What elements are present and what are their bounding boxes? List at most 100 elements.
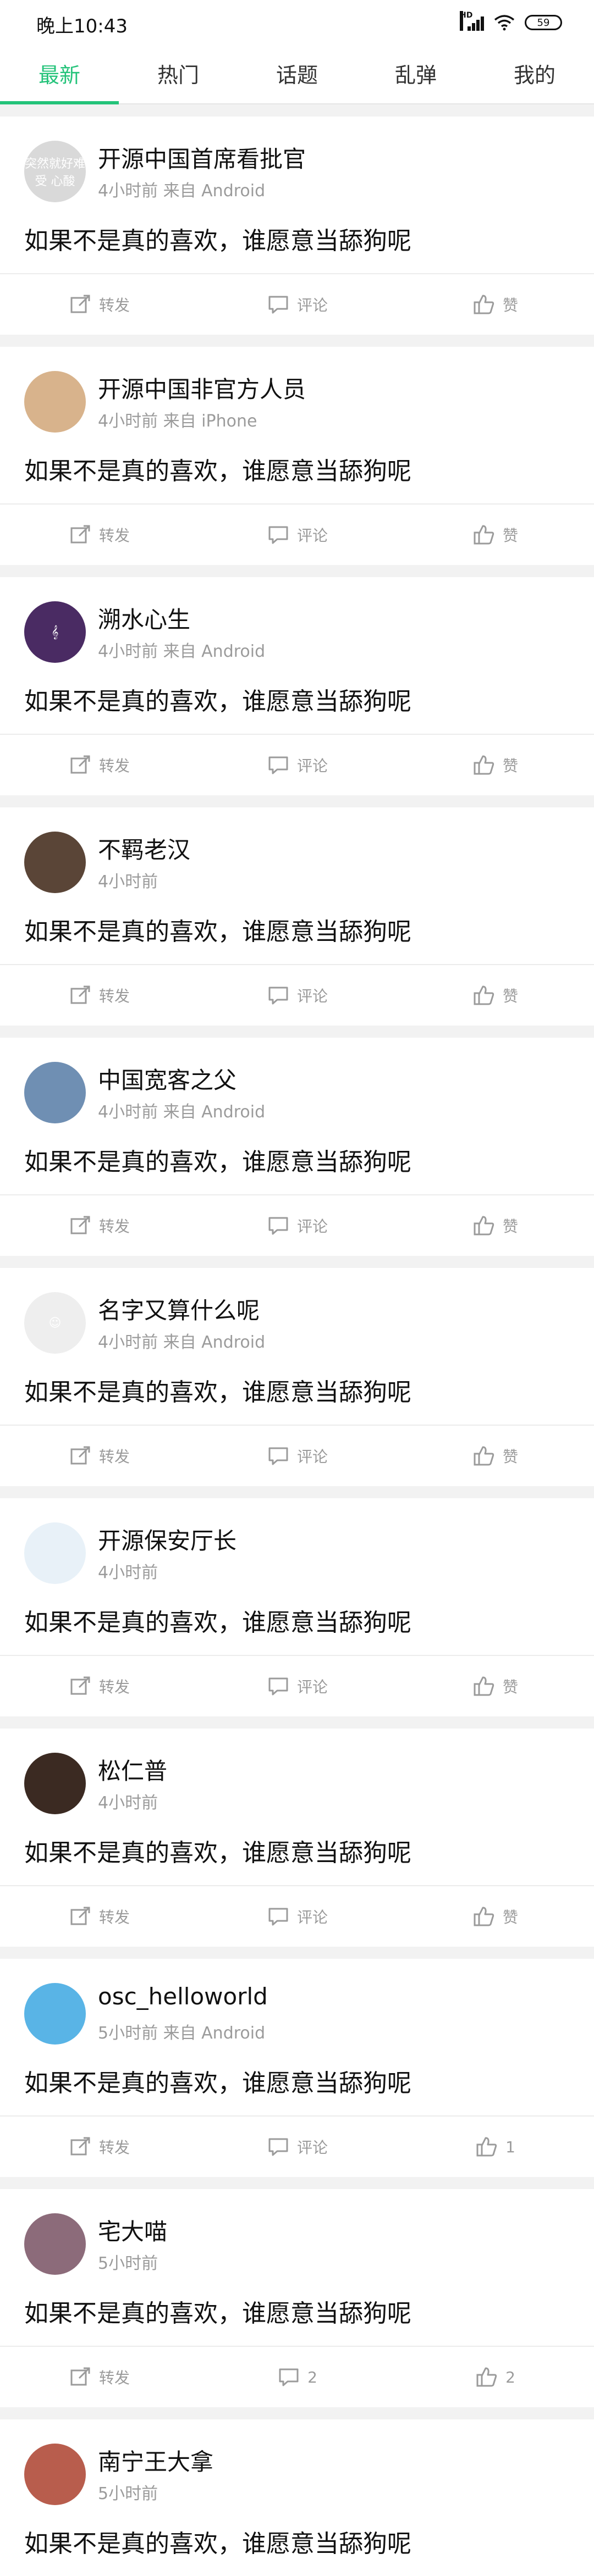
author-name[interactable]: 开源保安厅长 [98,1522,237,1556]
like-button[interactable]: 赞 [396,292,594,317]
tweet-card[interactable]: 松仁普 4小时前如果不是真的喜欢，谁愿意当舔狗呢转发 评论 赞 [0,1729,594,1947]
tab-random[interactable]: 乱弹 [356,51,475,103]
tab-mine[interactable]: 我的 [475,51,594,103]
post-meta: 4小时前 来自 Android [98,181,266,201]
avatar[interactable] [24,832,86,893]
tweet-content[interactable]: 如果不是真的喜欢，谁愿意当舔狗呢 [24,2063,411,2098]
comment-button[interactable]: 评论 [198,1904,396,1929]
like-button[interactable]: 赞 [396,1674,594,1698]
tweet-content[interactable]: 如果不是真的喜欢，谁愿意当舔狗呢 [24,451,411,486]
forward-icon [70,1907,90,1925]
author-name[interactable]: 溯水心生 [98,601,190,635]
tweet-card[interactable]: 𝄞 溯水心生 4小时前 来自 Android 如果不是真的喜欢，谁愿意当舔狗呢转发 评论… [0,577,594,795]
like-label: 赞 [502,527,518,545]
forward-button[interactable]: 转发 [0,523,198,547]
battery-icon: 59 [525,15,562,30]
comment-button[interactable]: 评论 [198,292,396,317]
forward-icon [70,2137,90,2156]
tweet-actions: 转发 评论 赞 [0,1885,594,1947]
tweet-card[interactable]: 突然就好难受 心酸 开源中国首席看批官 4小时前 来自 Android 如果不是真的喜… [0,117,594,335]
like-button[interactable]: 1 [396,2135,594,2159]
like-button[interactable]: 2 [396,2365,594,2389]
forward-button[interactable]: 转发 [0,1444,198,1468]
comment-button[interactable]: 评论 [198,1444,396,1468]
avatar[interactable]: ☺ [24,1292,86,1354]
post-meta: 5小时前 [98,2254,158,2273]
author-name[interactable]: 中国宽客之父 [98,1062,237,1095]
tweet-card[interactable]: 开源中国非官方人员 4小时前 来自 iPhone 如果不是真的喜欢，谁愿意当舔狗呢转… [0,347,594,565]
avatar[interactable] [24,1753,86,1814]
status-icons: HD 59 [460,11,562,31]
tweet-card[interactable]: 中国宽客之父 4小时前 来自 Android 如果不是真的喜欢，谁愿意当舔狗呢 转发 评… [0,1038,594,1256]
avatar[interactable] [24,1983,86,2045]
tweet-content[interactable]: 如果不是真的喜欢，谁愿意当舔狗呢 [24,1372,411,1408]
author-name[interactable]: 开源中国非官方人员 [98,371,306,405]
post-meta: 4小时前 [98,1563,158,1582]
like-label: 2 [505,2368,515,2386]
tweet-content[interactable]: 如果不是真的喜欢，谁愿意当舔狗呢 [24,1603,411,1638]
avatar[interactable] [24,371,86,433]
tweet-content[interactable]: 如果不是真的喜欢，谁愿意当舔狗呢 [24,221,411,256]
comment-button[interactable]: 评论 [198,753,396,777]
tweet-card[interactable]: ☺ 名字又算什么呢 4小时前 来自 Android 如果不是真的喜欢，谁愿意当舔狗呢转… [0,1268,594,1486]
tweet-card[interactable]: osc_helloworld 5小时前 来自 Android 如果不是真的喜欢，谁愿… [0,1959,594,2177]
avatar[interactable]: 𝄞 [24,601,86,663]
forward-button[interactable]: 转发 [0,753,198,777]
forward-button[interactable]: 转发 [0,292,198,317]
comment-button[interactable]: 评论 [198,523,396,547]
like-button[interactable]: 赞 [396,523,594,547]
forward-button[interactable]: 转发 [0,2365,198,2389]
comment-label: 2 [307,2368,317,2386]
tweet-content[interactable]: 如果不是真的喜欢，谁愿意当舔狗呢 [24,682,411,717]
tab-hot[interactable]: 热门 [119,51,238,103]
like-icon [474,295,494,314]
avatar[interactable] [24,1522,86,1584]
post-meta: 4小时前 [98,1793,158,1813]
forward-label: 转发 [98,1448,130,1466]
comment-button[interactable]: 评论 [198,2135,396,2159]
tweet-card[interactable]: 南宁王大拿 5小时前 如果不是真的喜欢，谁愿意当舔狗呢 [0,2419,594,2576]
forward-button[interactable]: 转发 [0,1214,198,1238]
comment-button[interactable]: 评论 [198,1214,396,1238]
tweet-content[interactable]: 如果不是真的喜欢，谁愿意当舔狗呢 [24,1833,411,1868]
comment-button[interactable]: 评论 [198,983,396,1007]
tab-topics[interactable]: 话题 [238,51,356,103]
like-button[interactable]: 赞 [396,1444,594,1468]
like-button[interactable]: 赞 [396,753,594,777]
avatar[interactable]: 突然就好难受 心酸 [24,141,86,202]
like-button[interactable]: 赞 [396,983,594,1007]
author-name[interactable]: 松仁普 [98,1753,167,1786]
like-button[interactable]: 赞 [396,1904,594,1929]
tweet-feed: 突然就好难受 心酸 开源中国首席看批官 4小时前 来自 Android 如果不是真的喜… [0,117,594,2576]
tweet-content[interactable]: 如果不是真的喜欢，谁愿意当舔狗呢 [24,2524,411,2559]
tweet-content[interactable]: 如果不是真的喜欢，谁愿意当舔狗呢 [24,1142,411,1177]
author-name[interactable]: 南宁王大拿 [98,2444,213,2477]
like-button[interactable]: 赞 [396,1214,594,1238]
author-name[interactable]: 名字又算什么呢 [98,1292,260,1326]
tweet-card[interactable]: 宅大喵 5小时前如果不是真的喜欢，谁愿意当舔狗呢转发 2 2 [0,2189,594,2407]
avatar[interactable] [24,2444,86,2505]
author-name[interactable]: osc_helloworld [98,1983,268,2010]
avatar[interactable] [24,2213,86,2275]
like-icon [474,1446,494,1466]
like-icon [476,2137,497,2157]
forward-button[interactable]: 转发 [0,2135,198,2159]
tweet-content[interactable]: 如果不是真的喜欢，谁愿意当舔狗呢 [24,2294,411,2329]
author-name[interactable]: 开源中国首席看批官 [98,141,306,174]
forward-button[interactable]: 转发 [0,1674,198,1698]
comment-button[interactable]: 评论 [198,1674,396,1698]
post-meta: 4小时前 [98,872,158,891]
forward-button[interactable]: 转发 [0,983,198,1007]
author-name[interactable]: 宅大喵 [98,2213,167,2247]
forward-button[interactable]: 转发 [0,1904,198,1929]
author-name[interactable]: 不羁老汉 [98,832,190,865]
post-meta: 4小时前 来自 Android [98,642,266,661]
comment-icon [268,1677,288,1696]
tweet-content[interactable]: 如果不是真的喜欢，谁愿意当舔狗呢 [24,912,411,947]
tweet-card[interactable]: 开源保安厅长 4小时前如果不是真的喜欢，谁愿意当舔狗呢转发 评论 赞 [0,1498,594,1716]
tab-latest[interactable]: 最新 [0,51,119,104]
like-label: 1 [505,2137,515,2156]
comment-button[interactable]: 2 [198,2365,396,2389]
tweet-card[interactable]: 不羁老汉 4小时前如果不是真的喜欢，谁愿意当舔狗呢转发 评论 赞 [0,807,594,1026]
avatar[interactable] [24,1062,86,1123]
